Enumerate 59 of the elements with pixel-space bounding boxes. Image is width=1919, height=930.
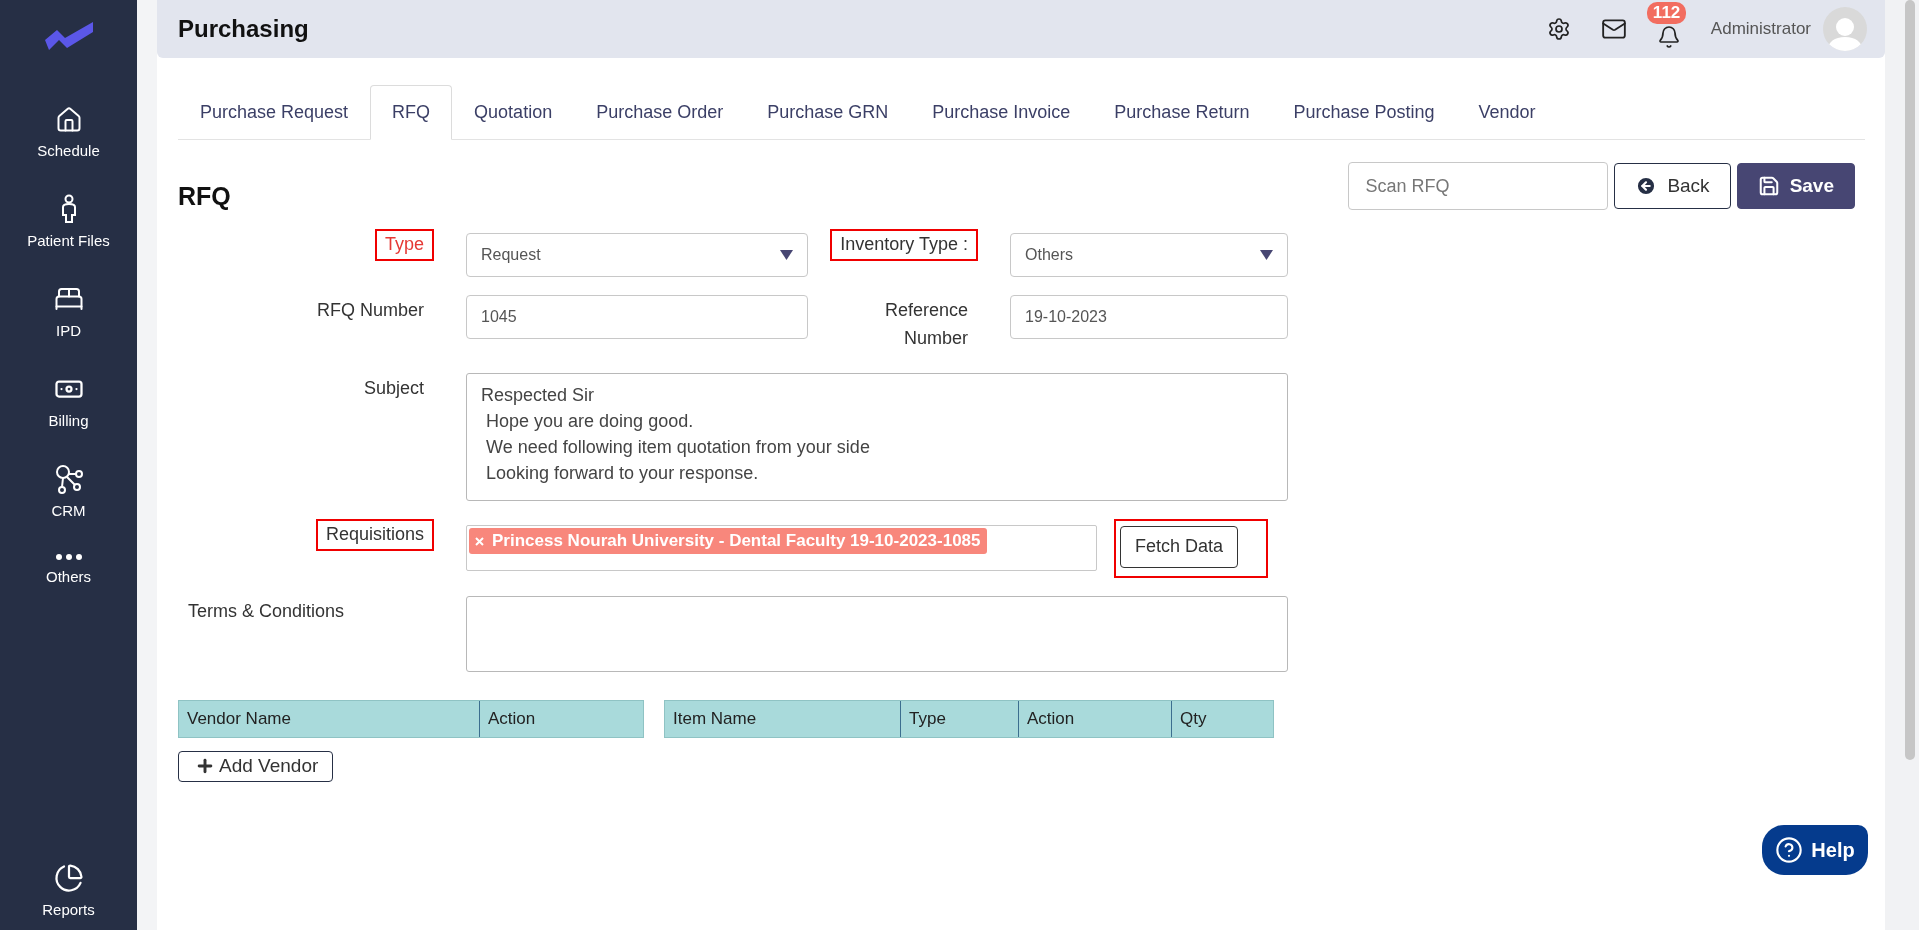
scan-field[interactable]: Scan RFQ	[1348, 162, 1609, 210]
terms-field[interactable]	[466, 595, 1288, 672]
help-icon	[1775, 836, 1804, 864]
dropdown-field[interactable]: Request	[466, 233, 808, 277]
scrollbar-thumb[interactable]	[1905, 0, 1915, 760]
tab[interactable]: Purchase Order	[574, 85, 746, 140]
column-header: Type	[900, 700, 1018, 737]
section-title: RFQ	[178, 182, 231, 211]
remove-icon[interactable]	[475, 536, 484, 546]
tab[interactable]: Quotation	[452, 85, 575, 140]
notification-badge: 112	[1646, 2, 1687, 24]
tab[interactable]: Purchase Request	[178, 85, 371, 140]
fetch-data-button[interactable]: Fetch Data	[1120, 525, 1239, 568]
sidebar-item[interactable]: Others	[8, 550, 129, 589]
help-button[interactable]: Help	[1762, 825, 1868, 875]
text-field[interactable]: 19-10-2023	[1010, 295, 1288, 339]
tab[interactable]: Purchase Invoice	[910, 85, 1093, 140]
field-label: Terms & Conditions	[187, 599, 346, 623]
sidebar-item[interactable]: Reports	[8, 859, 129, 922]
mail-icon[interactable]	[1600, 16, 1627, 42]
column-header: Qty	[1171, 700, 1273, 737]
field-label: Type	[374, 229, 434, 261]
chart-icon	[53, 863, 84, 893]
text-field[interactable]: 1045	[466, 295, 808, 339]
caret-icon	[1260, 250, 1273, 260]
tab[interactable]: RFQ	[370, 85, 453, 140]
sidebar-item[interactable]: IPD	[8, 280, 129, 343]
settings-icon[interactable]	[1546, 17, 1571, 41]
sidebar-item[interactable]: CRM	[8, 460, 129, 523]
column-header: Item Name	[672, 707, 758, 730]
field-label: Requisitions	[315, 518, 434, 551]
dropdown-field[interactable]: Others	[1010, 233, 1288, 277]
subject-field[interactable]: Respected Sir Hope you are doing good. We need following item quotation from your side Looking forward to your response.	[466, 372, 1288, 501]
caret-icon	[780, 250, 793, 260]
back-button[interactable]: Back	[1614, 163, 1731, 209]
page-heading: Purchasing	[178, 15, 310, 43]
tab[interactable]: Vendor	[1456, 85, 1558, 140]
tab[interactable]: Purchase Posting	[1271, 85, 1457, 140]
add-vendor-button[interactable]: Add Vendor	[178, 750, 334, 782]
field-label: Reference Number	[883, 299, 969, 350]
field-label: Subject	[362, 376, 425, 400]
field-label: Inventory Type :	[830, 229, 978, 261]
column-header: Action	[479, 700, 642, 737]
tab[interactable]: Purchase Return	[1092, 85, 1272, 140]
logo-icon	[44, 22, 93, 50]
avatar-icon[interactable]	[1823, 7, 1867, 51]
save-button[interactable]: Save	[1736, 163, 1855, 209]
column-header: Vendor Name	[186, 707, 292, 730]
sidebar-item[interactable]: Billing	[8, 370, 129, 433]
bell-icon[interactable]	[1656, 25, 1681, 49]
more-icon	[55, 554, 82, 560]
user-name[interactable]: Administrator	[1710, 19, 1811, 39]
tab[interactable]: Purchase GRN	[745, 85, 911, 140]
column-header: Action	[1018, 700, 1171, 737]
sidebar-item[interactable]: Schedule	[8, 102, 129, 163]
sidebar-item[interactable]: Patient Files	[8, 190, 129, 253]
nodes-icon	[53, 464, 84, 494]
field-label: RFQ Number	[316, 299, 425, 322]
save-icon	[1757, 175, 1780, 197]
